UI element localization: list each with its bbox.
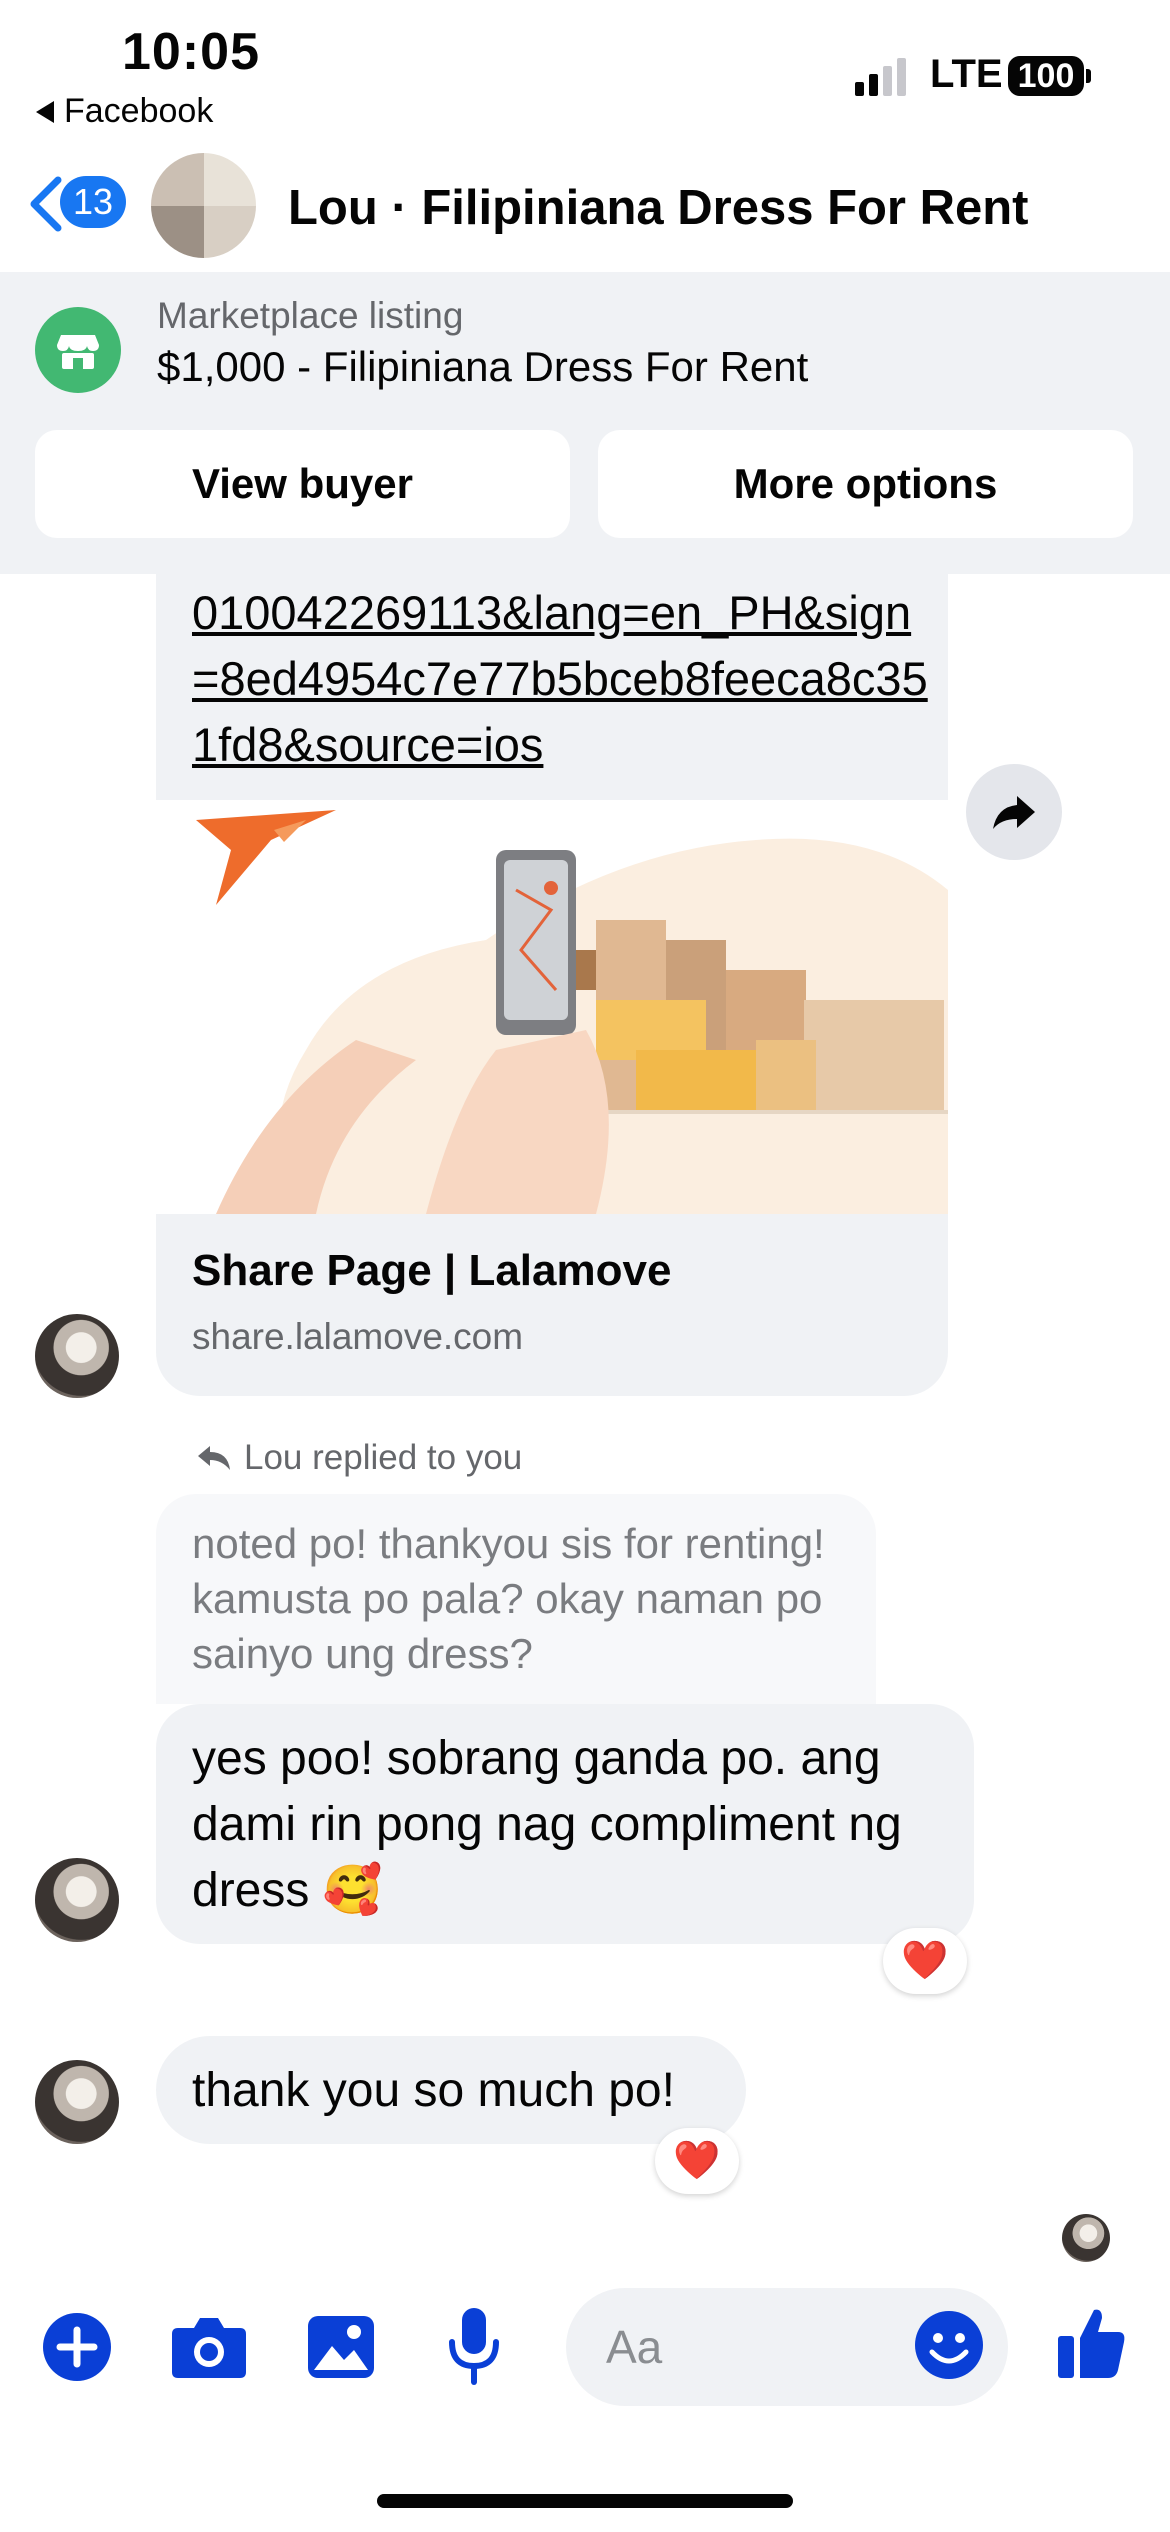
- back-app-label: Facebook: [64, 92, 214, 130]
- network-type: LTE: [930, 52, 1003, 96]
- heart-reaction[interactable]: ❤️: [883, 1928, 967, 1994]
- link-preview-image[interactable]: [156, 800, 948, 1214]
- plus-icon[interactable]: [42, 2312, 112, 2382]
- share-arrow-icon: [993, 796, 1035, 829]
- battery-level: 100: [1017, 56, 1075, 95]
- link-preview-meta[interactable]: [156, 1214, 948, 1396]
- conversation-avatar[interactable]: [151, 153, 256, 258]
- emoji-icon[interactable]: [914, 2310, 984, 2380]
- status-time: 10:05: [122, 23, 260, 81]
- message-text: thank you so much po!: [192, 2064, 675, 2117]
- link-preview-title[interactable]: Share Page | Lalamove: [192, 1246, 671, 1296]
- message-text: yes poo! sobrang ganda po. ang dami rin …: [192, 1732, 902, 1917]
- replied-label: Lou replied to you: [244, 1438, 523, 1477]
- sender-avatar[interactable]: [35, 1314, 119, 1398]
- seen-receipt-avatar: [1062, 2214, 1110, 2262]
- home-indicator: [377, 2494, 793, 2508]
- camera-icon[interactable]: [170, 2314, 248, 2380]
- back-to-facebook-link[interactable]: Facebook: [36, 92, 213, 131]
- replied-indicator: Lou replied to you: [196, 1438, 522, 1478]
- message-link[interactable]: 010042269113&lang=en_PH&sign=8ed4954c7e7…: [192, 580, 932, 778]
- quoted-message-text: noted po! thankyou sis for renting! kamu…: [192, 1520, 825, 1677]
- unread-count-badge[interactable]: 13: [60, 176, 126, 228]
- view-buyer-button[interactable]: View buyer: [35, 430, 570, 538]
- microphone-icon[interactable]: [446, 2306, 502, 2388]
- more-options-button[interactable]: More options: [598, 430, 1133, 538]
- signal-icon: [855, 58, 906, 96]
- battery-icon: 100: [1008, 56, 1084, 96]
- marketplace-label: Marketplace listing: [157, 295, 464, 336]
- sender-avatar[interactable]: [35, 1858, 119, 1942]
- reply-arrow-icon: [198, 1446, 230, 1470]
- back-triangle-icon: [36, 100, 54, 123]
- battery-cap: [1086, 69, 1091, 83]
- conversation-title[interactable]: Lou · Filipiniana Dress For Rent: [288, 180, 1029, 236]
- marketplace-shop-icon: [35, 307, 121, 393]
- listing-title[interactable]: $1,000 - Filipiniana Dress For Rent: [157, 343, 808, 391]
- sender-avatar[interactable]: [35, 2060, 119, 2144]
- link-preview-domain: share.lalamove.com: [192, 1316, 524, 1357]
- photo-icon[interactable]: [306, 2314, 376, 2380]
- thumbs-up-icon[interactable]: [1056, 2304, 1128, 2380]
- heart-reaction[interactable]: ❤️: [655, 2128, 739, 2194]
- share-forward-button[interactable]: [966, 764, 1062, 860]
